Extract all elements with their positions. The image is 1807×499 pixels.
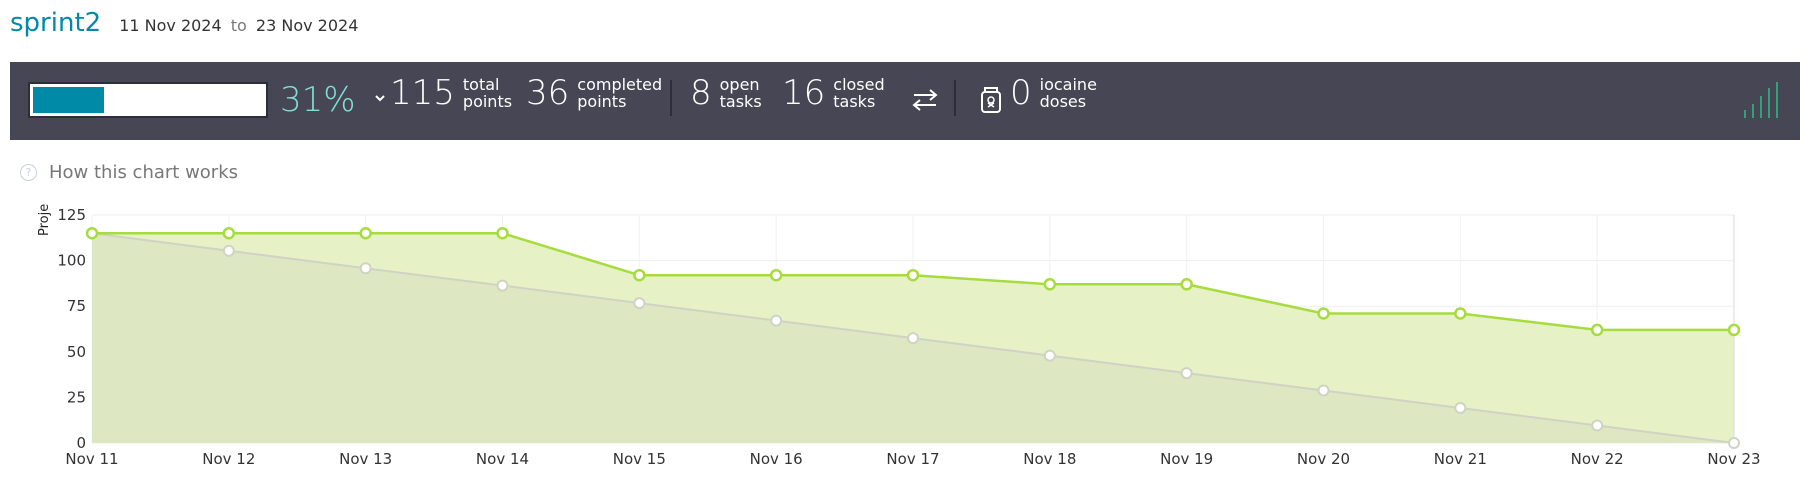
iocaine-doses-label-1: iocaine [1039,75,1097,94]
real-point [222,226,236,240]
completed-points-stat: 36 completed points [526,76,662,110]
real-point [1590,323,1604,337]
progress-bar-fill [33,87,104,113]
x-tick-label: Nov 19 [1160,450,1213,468]
ideal-point [1728,437,1740,449]
open-tasks-label-1: open [719,75,760,94]
closed-tasks-stat: 16 closed tasks [782,76,885,110]
total-points-label-1: total [462,75,500,94]
x-tick-label: Nov 11 [65,450,118,468]
ideal-point [1454,401,1467,414]
ideal-point [496,279,509,292]
sprint-name[interactable]: sprint2 [10,8,101,38]
real-point [496,226,509,240]
completed-points-label-2: points [577,92,627,111]
y-tick-label: 75 [67,297,86,315]
x-tick-label: Nov 20 [1297,450,1350,468]
total-points-value: 115 [390,73,455,113]
ideal-point [1591,419,1604,432]
x-tick-label: Nov 17 [886,450,939,468]
real-point [1454,307,1467,320]
x-tick-label: Nov 13 [339,450,392,468]
chevron-down-icon[interactable] [372,90,388,106]
how-chart-works-label: How this chart works [49,162,239,183]
open-tasks-label-2: tasks [719,92,762,111]
closed-tasks-label-2: tasks [833,92,876,111]
real-point [359,226,372,240]
closed-tasks-label-1: closed [833,75,885,94]
iocaine-doses-value: 0 [1010,73,1032,113]
sprint-dates: 11 Nov 2024 to 23 Nov 2024 [119,16,358,35]
ideal-point [1180,367,1193,380]
real-point [906,268,920,282]
question-icon: ? [20,164,37,181]
ideal-point [1043,349,1056,362]
swap-arrows-icon[interactable] [910,86,940,114]
x-tick-label: Nov 23 [1707,450,1760,468]
completed-points-value: 36 [526,73,570,113]
y-tick-label: 125 [57,206,86,224]
y-tick-label: 50 [67,343,86,361]
ideal-point [770,314,783,327]
sprint-header: sprint2 11 Nov 2024 to 23 Nov 2024 [10,8,358,38]
ideal-point [222,244,235,257]
real-point [1727,323,1741,337]
total-points-stat: 115 total points [390,76,512,110]
ideal-point [1317,384,1330,397]
real-point [633,268,646,282]
y-tick-label: 25 [67,388,86,406]
x-tick-label: Nov 14 [476,450,529,468]
closed-tasks-value: 16 [782,73,826,113]
real-point [769,268,783,282]
signal-bars-icon[interactable] [1740,80,1780,120]
total-points-label-2: points [462,92,513,111]
ideal-point [633,297,646,310]
x-tick-label: Nov 12 [202,450,255,468]
iocaine-doses-label-2: doses [1039,92,1087,111]
x-tick-label: Nov 21 [1434,450,1487,468]
sprint-start-date: 11 Nov 2024 [119,16,222,35]
open-tasks-value: 8 [690,73,712,113]
real-point [1043,278,1057,291]
burndown-chart: 0255075100125Nov 11 Nov 12 Nov 13 Nov 14 Nov… [37,204,1761,468]
real-point [1317,307,1330,320]
x-tick-label: Nov 15 [613,450,666,468]
iocaine-doses-stat: 0 iocaine doses [1010,76,1097,110]
sprint-dates-separator: to [230,16,247,35]
progress-percent: 31% [280,80,356,120]
x-tick-label: Nov 16 [750,450,803,468]
x-tick-label: Nov 18 [1023,450,1076,468]
open-tasks-stat: 8 open tasks [690,76,762,110]
progress-bar [28,82,268,118]
stat-divider [954,80,956,116]
y-axis-label: Proje [37,204,52,236]
how-chart-works-link[interactable]: ? How this chart works [20,162,238,183]
sprint-summary-bar: 31% 115 total points 36 completed points… [10,62,1800,140]
iocaine-jar-icon [981,87,1001,113]
y-tick-label: 100 [57,252,86,270]
real-point [85,226,99,240]
stat-divider [670,80,672,116]
ideal-point [359,262,372,275]
x-tick-label: Nov 22 [1571,450,1624,468]
ideal-point [907,332,919,345]
completed-points-label-1: completed [577,75,663,94]
real-point [1180,278,1193,291]
sprint-end-date: 23 Nov 2024 [255,16,359,35]
